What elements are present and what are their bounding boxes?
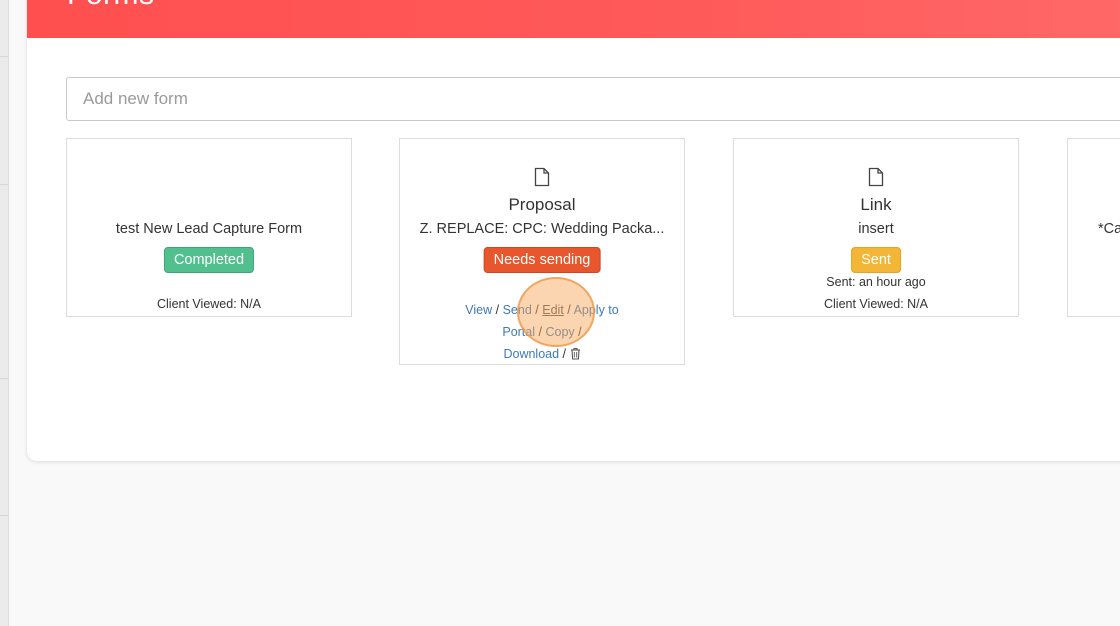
edit-link[interactable]: Edit [542,303,564,317]
left-rail [0,0,9,626]
client-viewed-text: Client Viewed: N/A [824,297,928,311]
separator: / [535,303,539,317]
download-link[interactable]: Download [503,347,559,361]
form-name: *Ca [1098,221,1120,237]
rail-divider [0,56,8,57]
form-card: Proposal Z. REPLACE: CPC: Wedding Packa.… [399,138,685,365]
sent-time-text: Sent: an hour ago [826,275,926,289]
form-card: Link insert Sent Sent: an hour ago Clien… [733,138,1019,317]
apply-to-portal-link[interactable]: Portal [502,325,535,339]
form-name: test New Lead Capture Form [115,221,303,237]
add-new-form-input[interactable] [66,77,1120,121]
apply-to-portal-link[interactable]: Apply to [574,303,619,317]
client-viewed-text: Client Viewed: N/A [157,297,261,311]
status-badge: Sent [851,247,901,273]
document-icon [534,167,550,187]
form-name: insert [858,221,894,237]
form-type: Link [860,195,892,214]
document-icon [868,167,884,187]
separator: / [567,303,571,317]
status-badge: Completed [163,247,255,273]
rail-divider [0,184,8,185]
status-badge: Needs sending [483,247,601,273]
trash-icon[interactable] [570,347,581,360]
separator: / [578,325,582,339]
copy-link[interactable]: Copy [545,325,574,339]
form-name: Z. REPLACE: CPC: Wedding Packa... [419,221,665,237]
separator: / [495,303,500,317]
separator: / [562,347,567,361]
view-link[interactable]: View [465,303,492,317]
form-type: Proposal [508,195,576,214]
form-actions: View / Send / Edit / Apply to Portal / C… [400,299,684,365]
panel-header: Forms [27,0,1120,38]
rail-divider [0,515,8,516]
form-card: test New Lead Capture Form Completed Cli… [66,138,352,317]
rail-divider [0,378,8,379]
send-link[interactable]: Send [503,303,532,317]
forms-panel: Forms test New Lead Capture Form Complet… [27,0,1120,461]
separator: / [538,325,542,339]
page-title: Forms [67,0,155,12]
form-card: *Ca [1067,138,1120,317]
